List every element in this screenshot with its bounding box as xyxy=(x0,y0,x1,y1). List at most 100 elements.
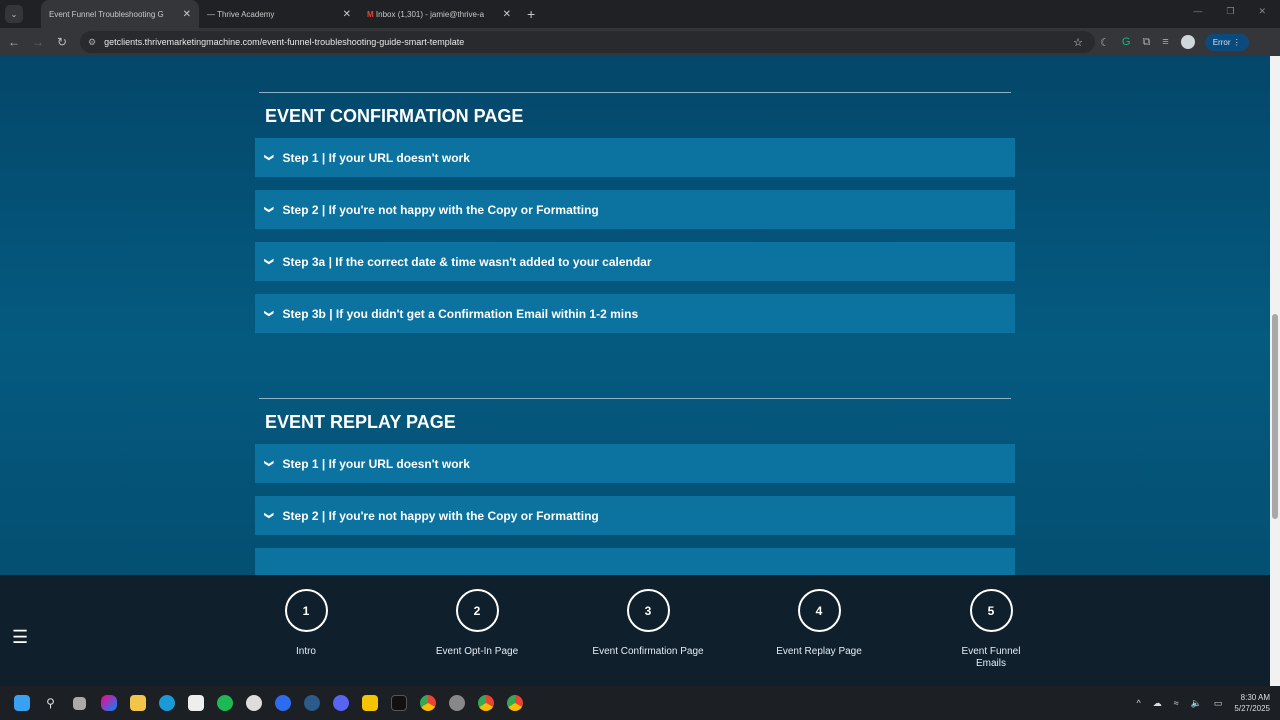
profile-error-button[interactable]: Error ⋮ xyxy=(1204,33,1249,51)
divider xyxy=(259,398,1011,399)
accordion-item[interactable]: ❯ Step 2 | If you're not happy with the C… xyxy=(255,496,1015,535)
accordion-label: Step 2 | If you're not happy with the Co… xyxy=(282,508,599,523)
step-label: Event Replay Page xyxy=(776,646,862,657)
edge-icon[interactable] xyxy=(152,686,181,720)
close-icon[interactable]: ✕ xyxy=(503,9,511,20)
new-tab-button[interactable]: + xyxy=(527,6,535,22)
app-d-icon[interactable] xyxy=(239,686,268,720)
wifi-icon[interactable]: ≈ xyxy=(1174,698,1179,708)
step-nav-2[interactable]: 2 Event Opt-In Page xyxy=(407,589,547,658)
accordion-label: Step 1 | If your URL doesn't work xyxy=(282,150,470,165)
back-icon[interactable]: ← xyxy=(2,35,26,49)
restore-button[interactable]: ❐ xyxy=(1226,6,1234,17)
start-icon[interactable] xyxy=(7,686,36,720)
accordion-item[interactable]: ❯ Step 2 | If you're not happy with the C… xyxy=(255,190,1015,229)
scrollbar-thumb[interactable] xyxy=(1272,314,1278,519)
accordion-label: Step 3a | If the correct date & time was… xyxy=(282,254,652,269)
chevron-down-icon: ❯ xyxy=(264,309,275,318)
error-label: Error xyxy=(1212,37,1231,47)
media-control-icon[interactable]: ≡ xyxy=(1162,36,1168,48)
bookmark-star-icon[interactable]: ☆ xyxy=(1073,36,1083,49)
step-label: Event Opt-In Page xyxy=(435,646,519,657)
step-number: 4 xyxy=(797,589,841,632)
address-bar-row: ← → ↻ ⚙ getclients.thrivemarketingmachin… xyxy=(0,28,1280,56)
spotify-icon[interactable] xyxy=(210,686,239,720)
chevron-down-icon: ❯ xyxy=(264,153,275,162)
accordion-label: Step 1 | If your URL doesn't work xyxy=(282,456,470,471)
step-nav-4[interactable]: 4 Event Replay Page xyxy=(749,589,889,658)
bottom-step-nav: ☰ 1 Intro 2 Event Opt-In Page 3 Event Confi… xyxy=(0,575,1270,686)
tab-event-funnel[interactable]: Event Funnel Troubleshooting G ✕ xyxy=(41,0,199,28)
section-event-confirmation: EVENT CONFIRMATION PAGE ❯ Step 1 | If you… xyxy=(255,92,1015,346)
battery-icon[interactable]: ▭ xyxy=(1214,698,1223,709)
page-scrollbar[interactable] xyxy=(1270,56,1280,686)
gmail-icon: M xyxy=(367,9,374,19)
step-nav-3[interactable]: 3 Event Confirmation Page xyxy=(578,589,718,658)
step-nav-1[interactable]: 1 Intro xyxy=(236,589,376,658)
zoom-icon[interactable] xyxy=(268,686,297,720)
close-icon[interactable]: ✕ xyxy=(343,9,351,20)
step-number: 5 xyxy=(969,589,1013,632)
site-info-icon[interactable]: ⚙ xyxy=(88,37,96,48)
close-window-button[interactable]: ✕ xyxy=(1258,6,1266,17)
step-number: 1 xyxy=(284,589,328,632)
chevron-up-icon[interactable]: ^ xyxy=(1136,698,1140,708)
url-input[interactable]: ⚙ getclients.thrivemarketingmachine.com/… xyxy=(80,31,1095,53)
accordion-item[interactable]: ❯ Step 3b | If you didn't get a Confirmat… xyxy=(255,294,1015,333)
extensions-puzzle-icon[interactable]: ⧉ xyxy=(1142,36,1150,49)
divider xyxy=(259,92,1011,93)
step-label: Intro xyxy=(295,646,316,657)
accordion-label: Step 2 | If you're not happy with the Co… xyxy=(282,202,599,217)
tab-thrive-academy[interactable]: — Thrive Academy ✕ xyxy=(199,0,359,28)
discord-icon[interactable] xyxy=(326,686,355,720)
step-number: 2 xyxy=(455,589,499,632)
settings-icon[interactable] xyxy=(442,686,471,720)
tab-title-text: Inbox (1,301) - jamie@thrive-a xyxy=(375,9,485,19)
tab-bar: ⌄ Event Funnel Troubleshooting G ✕ — Thri… xyxy=(0,0,1280,28)
store-icon[interactable] xyxy=(181,686,210,720)
tab-title: Event Funnel Troubleshooting G xyxy=(49,9,164,19)
steam-icon[interactable] xyxy=(297,686,326,720)
step-number: 3 xyxy=(626,589,670,632)
taskbar: ⚲ ^ ☁ ≈ 🔈 ▭ 8:30 AM 5/27/2025 xyxy=(0,686,1280,720)
accordion-item[interactable]: ❯ Step 1 | If your URL doesn't work xyxy=(255,444,1015,483)
chevron-down-icon: ❯ xyxy=(264,257,275,266)
cloud-icon[interactable]: ☁ xyxy=(1153,698,1162,709)
task-view-icon[interactable] xyxy=(65,686,94,720)
extension-icon[interactable]: ☾ xyxy=(1100,36,1110,49)
close-icon[interactable]: ✕ xyxy=(183,9,191,20)
forward-icon[interactable]: → xyxy=(26,35,50,49)
hamburger-menu-icon[interactable]: ☰ xyxy=(12,627,28,648)
tab-search-button[interactable]: ⌄ xyxy=(5,5,23,23)
section-title: EVENT REPLAY PAGE xyxy=(265,412,456,432)
volume-icon[interactable]: 🔈 xyxy=(1191,698,1202,709)
minimize-button[interactable]: — xyxy=(1193,6,1202,17)
copilot-icon[interactable] xyxy=(94,686,123,720)
profile-avatar[interactable] xyxy=(1180,35,1195,49)
chevron-down-icon: ❯ xyxy=(264,205,275,214)
chevron-down-icon: ❯ xyxy=(264,459,275,468)
chrome-profile-icon[interactable] xyxy=(471,686,500,720)
reload-icon[interactable]: ↻ xyxy=(50,35,74,49)
accordion-label: Step 3b | If you didn't get a Confirmati… xyxy=(282,306,639,321)
step-nav-5[interactable]: 5 Event Funnel Emails xyxy=(921,589,1061,670)
chrome-icon[interactable] xyxy=(413,686,442,720)
grammarly-icon[interactable]: G xyxy=(1122,36,1131,48)
tab-title: M Inbox (1,301) - jamie@thrive-a xyxy=(367,10,484,19)
file-explorer-icon[interactable] xyxy=(123,686,152,720)
step-label: Event Funnel Emails xyxy=(961,646,1021,669)
date: 5/27/2025 xyxy=(1234,704,1270,713)
tab-inbox[interactable]: M Inbox (1,301) - jamie@thrive-a ✕ xyxy=(359,0,519,28)
accordion-item[interactable]: ❯ Step 3a | If the correct date & time wa… xyxy=(255,242,1015,281)
search-icon[interactable]: ⚲ xyxy=(36,686,65,720)
accordion-item[interactable]: ❯ Step 1 | If your URL doesn't work xyxy=(255,138,1015,177)
sticky-notes-icon[interactable] xyxy=(355,686,384,720)
chrome-profile-icon[interactable] xyxy=(500,686,529,720)
tab-title: — Thrive Academy xyxy=(207,9,275,19)
tab-title-text: Thrive Academy xyxy=(217,9,275,19)
step-label: Event Confirmation Page xyxy=(592,646,704,657)
terminal-app-icon[interactable] xyxy=(384,686,413,720)
clock[interactable]: 8:30 AM 5/27/2025 xyxy=(1234,692,1270,714)
time: 8:30 AM xyxy=(1240,693,1270,702)
section-title: EVENT CONFIRMATION PAGE xyxy=(265,106,524,126)
